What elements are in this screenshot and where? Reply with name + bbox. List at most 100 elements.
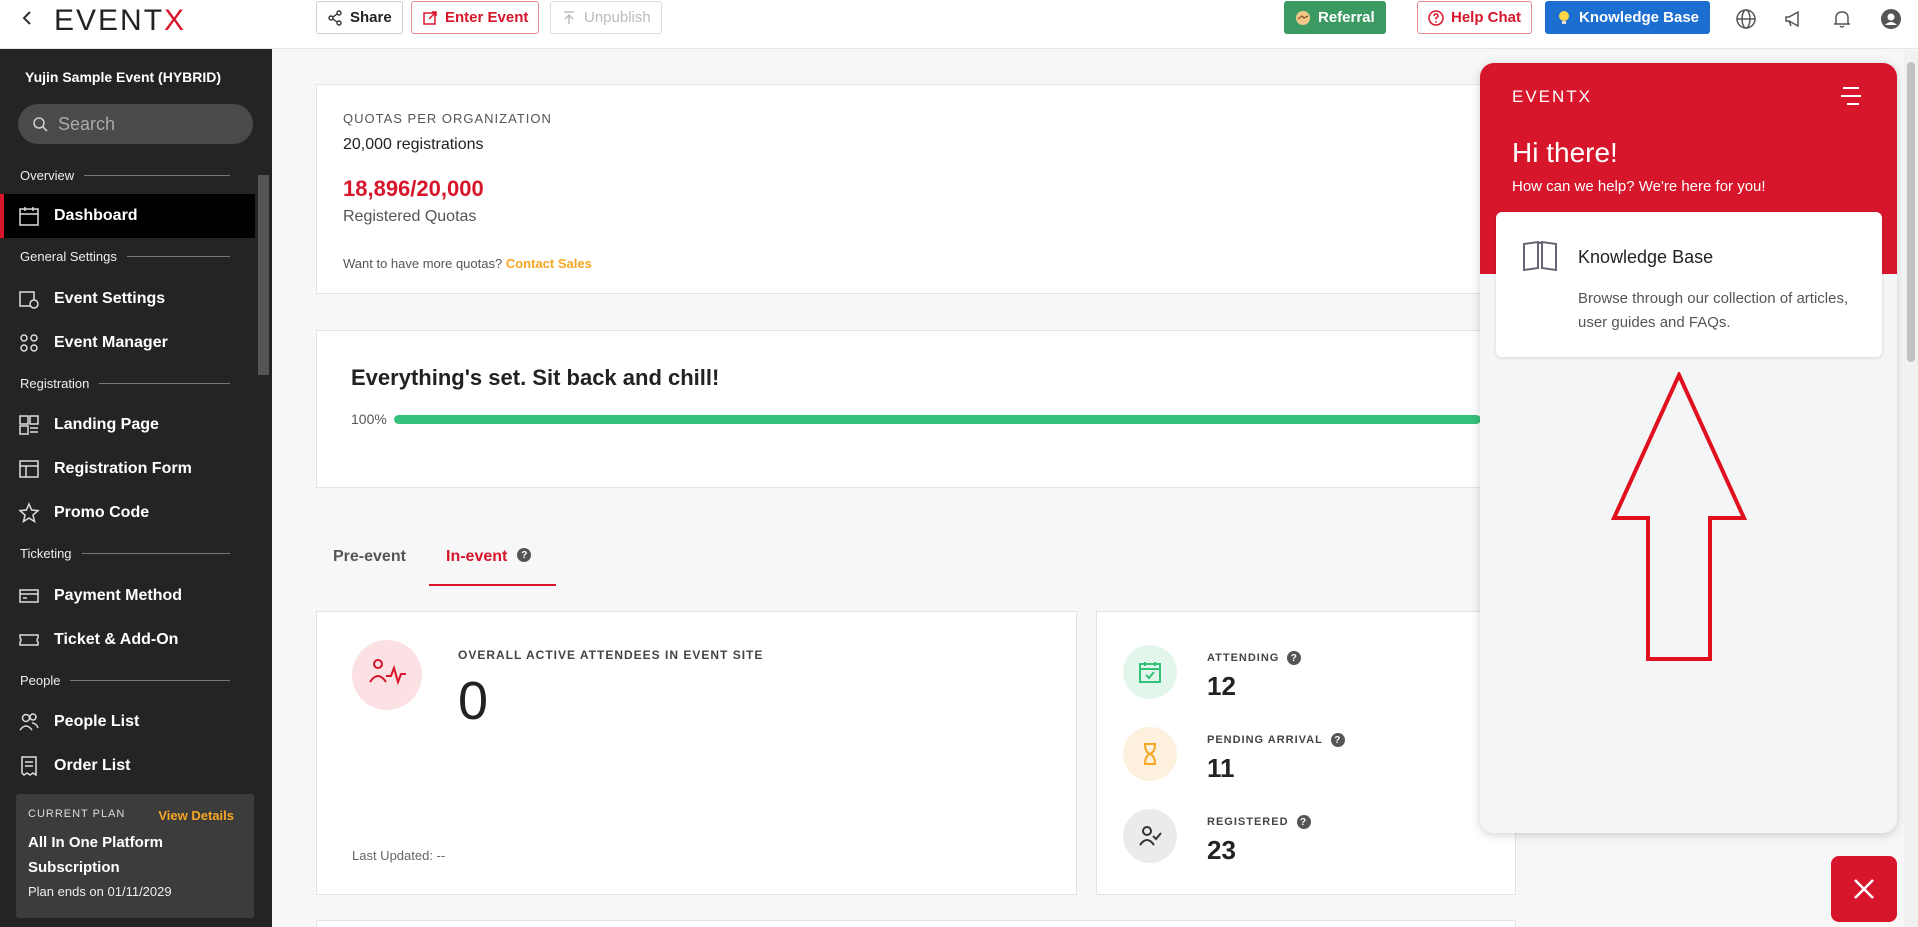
page-scrollbar-thumb[interactable]	[1907, 62, 1915, 362]
sidebar-search	[18, 104, 253, 144]
tab-pre-event[interactable]: Pre-event	[316, 536, 423, 586]
back-arrow-icon[interactable]	[18, 8, 38, 28]
calendar-icon	[19, 207, 39, 226]
close-help-button[interactable]	[1831, 856, 1897, 922]
progress-title: Everything's set. Sit back and chill!	[351, 365, 720, 390]
sidebar-item-event-settings[interactable]: Event Settings	[0, 277, 255, 321]
users-icon	[20, 334, 38, 352]
sidebar-item-ticket-addon[interactable]: Ticket & Add-On	[0, 618, 255, 662]
account-icon[interactable]	[1880, 8, 1902, 30]
registered-label: REGISTERED	[1207, 816, 1289, 828]
section-overview: Overview	[20, 168, 230, 183]
setup-progress-card: Everything's set. Sit back and chill! 10…	[316, 330, 1516, 488]
menu-icon[interactable]	[1839, 85, 1863, 107]
help-question-icon[interactable]: ?	[517, 548, 532, 562]
sidebar-item-label: Registration Form	[54, 460, 192, 477]
quota-registrations: 20,000 registrations	[343, 136, 484, 153]
pending-icon-wrap	[1123, 727, 1177, 781]
close-icon	[1854, 879, 1874, 899]
tab-in-event[interactable]: In-event ?	[429, 536, 556, 586]
quota-used: 18,896/20,000	[343, 176, 484, 201]
sidebar-scrollbar[interactable]	[258, 175, 269, 375]
sidebar: Yujin Sample Event (HYBRID) Overview Das…	[0, 49, 272, 927]
quota-title: QUOTAS PER ORGANIZATION	[343, 111, 552, 126]
progress-bar-fill	[394, 414, 1481, 424]
calendar-gear-icon	[19, 291, 39, 309]
knowledge-base-card[interactable]: Knowledge Base Browse through our collec…	[1496, 212, 1882, 357]
knowledge-base-title: Knowledge Base	[1578, 247, 1714, 267]
receipt-icon	[21, 756, 37, 777]
help-circle-icon	[1428, 9, 1444, 26]
sidebar-item-payment-method[interactable]: Payment Method	[0, 574, 255, 618]
share-label: Share	[350, 9, 392, 26]
people-icon	[19, 713, 39, 731]
help-question-icon[interactable]: ?	[1296, 815, 1311, 829]
share-button[interactable]: Share	[316, 1, 403, 34]
user-check-icon	[1139, 826, 1162, 846]
quota-card: QUOTAS PER ORGANIZATION 20,000 registrat…	[316, 84, 1516, 294]
help-panel-logo: EVENTX	[1512, 87, 1593, 106]
help-chat-button[interactable]: Help Chat	[1417, 1, 1533, 34]
megaphone-icon[interactable]	[1783, 8, 1805, 30]
calendar-check-icon	[1139, 662, 1161, 683]
upload-icon	[564, 10, 574, 24]
hourglass-icon	[1144, 743, 1156, 765]
sidebar-item-order-list[interactable]: Order List	[0, 744, 255, 788]
unpublish-label: Unpublish	[584, 9, 651, 26]
annotation-up-arrow	[1611, 372, 1747, 661]
progress-percent: 100%	[351, 411, 387, 427]
section-ticketing: Ticketing	[20, 546, 230, 561]
active-attendees-card: OVERALL ACTIVE ATTENDEES IN EVENT SITE 0…	[316, 611, 1077, 895]
sidebar-item-label: Event Settings	[54, 290, 166, 307]
enter-event-button[interactable]: Enter Event	[411, 1, 540, 34]
table-icon	[19, 460, 39, 478]
attending-label: ATTENDING	[1207, 652, 1280, 664]
event-name: Yujin Sample Event (HYBRID)	[25, 69, 222, 85]
unpublish-button[interactable]: Unpublish	[550, 1, 662, 34]
sidebar-item-label: People List	[54, 713, 140, 730]
help-greeting: Hi there!	[1512, 137, 1618, 168]
next-card	[316, 920, 1516, 927]
page-scrollbar[interactable]	[1904, 50, 1918, 927]
tab-in-event-label: In-event	[446, 548, 508, 565]
ticket-icon	[19, 634, 39, 646]
quota-more: Want to have more quotas? Contact Sales	[343, 256, 1489, 271]
star-icon	[18, 502, 40, 524]
sidebar-item-registration-form[interactable]: Registration Form	[0, 447, 255, 491]
referral-label: Referral	[1318, 9, 1375, 26]
layout-icon	[19, 415, 39, 435]
help-question-icon[interactable]: ?	[1330, 733, 1345, 747]
knowledge-base-button[interactable]: Knowledge Base	[1545, 1, 1711, 34]
quota-used-label: Registered Quotas	[343, 208, 477, 225]
sidebar-item-label: Dashboard	[54, 207, 138, 224]
knowledge-base-label: Knowledge Base	[1579, 9, 1700, 26]
pending-value: 11	[1207, 753, 1235, 783]
view-details-link[interactable]: View Details	[158, 808, 234, 823]
sidebar-item-label: Ticket & Add-On	[54, 631, 179, 648]
sidebar-item-people-list[interactable]: People List	[0, 700, 255, 744]
progress-bar	[394, 414, 1481, 424]
sidebar-item-label: Order List	[54, 757, 131, 774]
active-attendees-value: 0	[458, 671, 489, 731]
payment-icon	[19, 589, 39, 603]
sidebar-item-label: Payment Method	[54, 587, 183, 604]
sidebar-item-label: Landing Page	[54, 416, 159, 433]
help-question-icon[interactable]: ?	[1287, 651, 1302, 665]
globe-icon[interactable]	[1735, 8, 1757, 30]
referral-button[interactable]: Referral	[1284, 1, 1386, 34]
search-input[interactable]	[58, 113, 238, 135]
eventx-logo[interactable]: EVENTX	[54, 4, 186, 38]
top-bar: EVENTX Share Enter Event Unpublish Refer…	[0, 0, 1918, 49]
help-subtitle: How can we help? We're here for you!	[1512, 178, 1766, 195]
sidebar-item-landing-page[interactable]: Landing Page	[0, 403, 255, 447]
sidebar-item-dashboard[interactable]: Dashboard	[0, 194, 255, 238]
bell-icon[interactable]	[1831, 8, 1853, 30]
contact-sales-link[interactable]: Contact Sales	[506, 256, 592, 271]
sidebar-item-event-manager[interactable]: Event Manager	[0, 321, 255, 365]
book-icon	[1523, 240, 1557, 272]
sidebar-item-promo-code[interactable]: Promo Code	[0, 491, 255, 535]
enter-event-label: Enter Event	[445, 9, 529, 26]
registered-value: 23	[1207, 835, 1236, 865]
section-registration: Registration	[20, 376, 230, 391]
section-general-settings: General Settings	[20, 249, 230, 264]
